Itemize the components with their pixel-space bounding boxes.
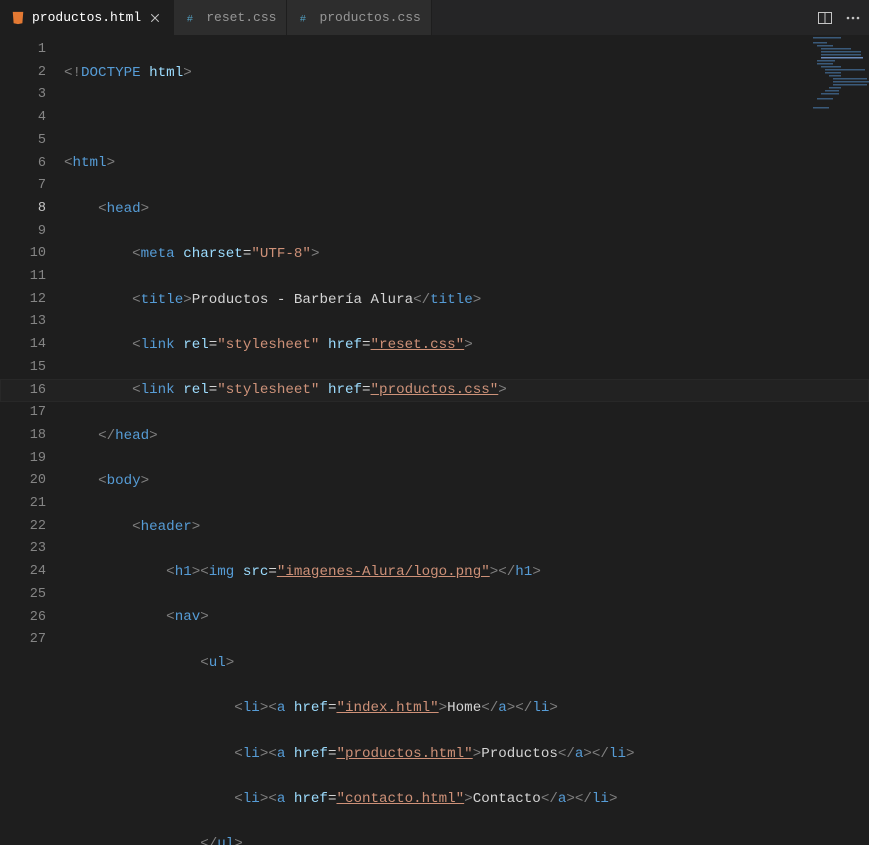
css-file-icon: # bbox=[297, 10, 313, 26]
more-actions-icon[interactable] bbox=[845, 10, 861, 26]
tab-label: productos.html bbox=[32, 10, 141, 25]
code-line: <h1><img src="imagenes-Alura/logo.png"><… bbox=[64, 561, 869, 584]
code-line: <ul> bbox=[64, 652, 869, 675]
editor-actions bbox=[809, 0, 869, 35]
html-file-icon bbox=[10, 10, 26, 26]
code-line bbox=[64, 107, 869, 130]
code-line: <body> bbox=[64, 470, 869, 493]
svg-text:#: # bbox=[300, 13, 306, 25]
tab-productos-css[interactable]: # productos.css bbox=[287, 0, 431, 35]
close-icon[interactable] bbox=[147, 10, 163, 26]
svg-text:#: # bbox=[187, 13, 193, 25]
code-line: <link rel="stylesheet" href="reset.css"> bbox=[64, 334, 869, 357]
code-line: <header> bbox=[64, 516, 869, 539]
tab-reset-css[interactable]: # reset.css bbox=[174, 0, 287, 35]
code-line: <link rel="stylesheet" href="productos.c… bbox=[64, 379, 869, 402]
code-content[interactable]: <!DOCTYPE html> <html> <head> <meta char… bbox=[64, 35, 869, 845]
code-line: <head> bbox=[64, 198, 869, 221]
tab-label: productos.css bbox=[319, 10, 420, 25]
code-line: <title>Productos - Barbería Alura</title… bbox=[64, 289, 869, 312]
css-file-icon: # bbox=[184, 10, 200, 26]
code-line: <li><a href="contacto.html">Contacto</a>… bbox=[64, 788, 869, 811]
code-editor[interactable]: 1 2 3 4 5 6 7 8 9 10 11 12 13 14 15 16 1… bbox=[0, 35, 869, 845]
code-line: <!DOCTYPE html> bbox=[64, 62, 869, 85]
tab-productos-html[interactable]: productos.html bbox=[0, 0, 174, 35]
code-line: <html> bbox=[64, 152, 869, 175]
code-line: <li><a href="index.html">Home</a></li> bbox=[64, 697, 869, 720]
tab-bar: productos.html # reset.css # productos.c… bbox=[0, 0, 869, 35]
code-line: </ul> bbox=[64, 833, 869, 845]
code-line: <nav> bbox=[64, 606, 869, 629]
code-line: </head> bbox=[64, 425, 869, 448]
code-line: <meta charset="UTF-8"> bbox=[64, 243, 869, 266]
line-number-gutter: 1 2 3 4 5 6 7 8 9 10 11 12 13 14 15 16 1… bbox=[0, 35, 64, 845]
code-line: <li><a href="productos.html">Productos</… bbox=[64, 743, 869, 766]
split-editor-icon[interactable] bbox=[817, 10, 833, 26]
tab-label: reset.css bbox=[206, 10, 276, 25]
